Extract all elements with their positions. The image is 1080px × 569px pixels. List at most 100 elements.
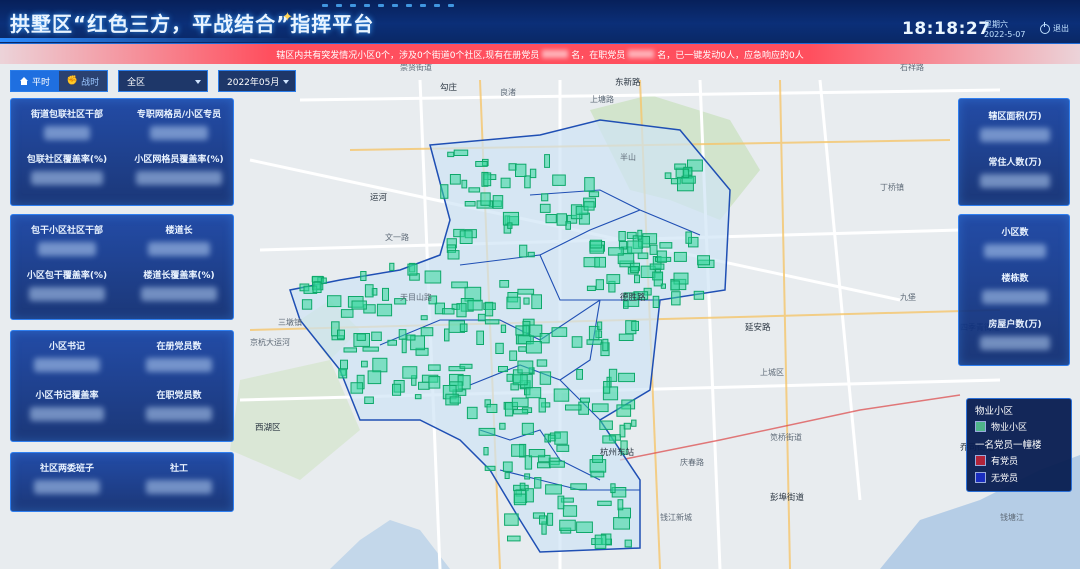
- property-block[interactable]: [509, 350, 518, 361]
- property-block[interactable]: [588, 191, 600, 198]
- property-block[interactable]: [608, 247, 624, 256]
- property-block[interactable]: [652, 271, 664, 281]
- property-block[interactable]: [513, 493, 527, 506]
- property-block[interactable]: [483, 172, 492, 187]
- property-block[interactable]: [478, 427, 496, 436]
- property-block[interactable]: [401, 338, 407, 354]
- property-block[interactable]: [447, 151, 455, 158]
- property-block[interactable]: [576, 369, 584, 380]
- property-block[interactable]: [440, 184, 449, 199]
- property-block[interactable]: [613, 517, 630, 530]
- property-block[interactable]: [351, 300, 367, 310]
- property-block[interactable]: [603, 381, 611, 394]
- property-block[interactable]: [565, 221, 572, 230]
- property-block[interactable]: [475, 161, 488, 167]
- property-block[interactable]: [545, 484, 562, 495]
- property-block[interactable]: [406, 334, 416, 341]
- property-block[interactable]: [504, 402, 514, 417]
- mode-peace-tab[interactable]: 平时: [11, 71, 59, 91]
- property-block[interactable]: [498, 366, 508, 373]
- property-block[interactable]: [656, 250, 667, 263]
- property-block[interactable]: [673, 251, 687, 262]
- property-block[interactable]: [529, 168, 537, 179]
- property-block[interactable]: [624, 539, 632, 548]
- property-block[interactable]: [495, 342, 504, 354]
- property-block[interactable]: [551, 327, 568, 337]
- property-block[interactable]: [504, 472, 510, 480]
- property-block[interactable]: [453, 149, 469, 157]
- property-block[interactable]: [618, 231, 626, 242]
- property-block[interactable]: [372, 357, 388, 373]
- property-block[interactable]: [602, 338, 609, 352]
- property-block[interactable]: [627, 240, 643, 254]
- property-block[interactable]: [547, 512, 554, 526]
- property-block[interactable]: [367, 370, 382, 385]
- property-block[interactable]: [671, 291, 681, 306]
- property-block[interactable]: [392, 383, 402, 396]
- property-block[interactable]: [449, 396, 461, 404]
- property-block[interactable]: [556, 213, 567, 226]
- property-block[interactable]: [522, 325, 530, 337]
- property-block[interactable]: [552, 174, 566, 186]
- property-block[interactable]: [595, 279, 605, 291]
- property-block[interactable]: [444, 328, 450, 342]
- property-block[interactable]: [537, 462, 551, 469]
- logout-button[interactable]: 退出: [1040, 21, 1069, 34]
- property-block[interactable]: [562, 505, 578, 517]
- property-block[interactable]: [528, 449, 546, 458]
- property-block[interactable]: [525, 488, 534, 503]
- property-block[interactable]: [670, 280, 680, 291]
- property-block[interactable]: [519, 482, 526, 490]
- property-block[interactable]: [312, 281, 322, 294]
- property-block[interactable]: [476, 330, 484, 346]
- property-block[interactable]: [531, 294, 542, 310]
- property-block[interactable]: [371, 331, 382, 342]
- property-block[interactable]: [343, 347, 357, 353]
- legend-item-has-member[interactable]: 有党员: [975, 454, 1063, 467]
- property-block[interactable]: [606, 274, 621, 285]
- property-block[interactable]: [634, 274, 640, 284]
- property-block[interactable]: [660, 283, 666, 289]
- property-block[interactable]: [524, 175, 531, 189]
- property-block[interactable]: [340, 309, 354, 318]
- property-block[interactable]: [387, 339, 397, 346]
- property-block[interactable]: [513, 409, 529, 415]
- property-block[interactable]: [350, 382, 364, 394]
- property-block[interactable]: [500, 177, 511, 189]
- property-block[interactable]: [420, 327, 434, 337]
- property-block[interactable]: [525, 387, 542, 399]
- property-block[interactable]: [466, 406, 478, 420]
- property-block[interactable]: [553, 388, 570, 402]
- property-block[interactable]: [586, 285, 596, 292]
- property-block[interactable]: [554, 431, 568, 445]
- property-block[interactable]: [586, 339, 603, 345]
- property-block[interactable]: [541, 193, 549, 202]
- property-block[interactable]: [682, 168, 690, 179]
- property-block[interactable]: [398, 329, 407, 340]
- property-block[interactable]: [589, 239, 603, 249]
- property-block[interactable]: [685, 231, 692, 244]
- property-block[interactable]: [340, 359, 348, 370]
- property-block[interactable]: [602, 435, 617, 444]
- property-block[interactable]: [623, 422, 631, 430]
- property-block[interactable]: [527, 251, 535, 258]
- property-block[interactable]: [461, 179, 468, 189]
- property-block[interactable]: [511, 397, 529, 408]
- property-block[interactable]: [631, 419, 637, 427]
- property-block[interactable]: [599, 420, 613, 430]
- property-block[interactable]: [447, 250, 460, 260]
- property-block[interactable]: [584, 177, 595, 192]
- property-block[interactable]: [616, 404, 632, 417]
- property-block[interactable]: [418, 381, 430, 390]
- legend-item-no-member[interactable]: 无党员: [975, 471, 1063, 484]
- property-block[interactable]: [507, 535, 521, 542]
- property-block[interactable]: [545, 214, 557, 224]
- property-block[interactable]: [515, 163, 527, 177]
- property-block[interactable]: [456, 303, 467, 318]
- property-block[interactable]: [449, 174, 461, 185]
- property-block[interactable]: [484, 319, 500, 325]
- property-block[interactable]: [459, 323, 468, 332]
- property-block[interactable]: [442, 308, 455, 315]
- property-block[interactable]: [506, 296, 521, 310]
- property-block[interactable]: [483, 447, 489, 456]
